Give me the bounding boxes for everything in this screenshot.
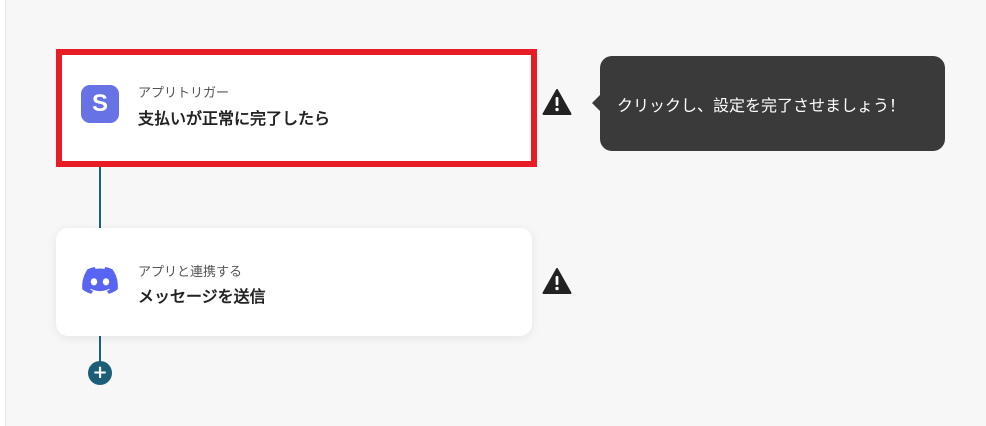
stripe-icon: S [81,85,119,123]
flow-connector [99,161,101,231]
flow-connector [99,335,101,363]
trigger-sub-label: アプリトリガー [138,86,230,101]
action-card[interactable]: アプリと連携する メッセージを送信 [56,228,532,336]
action-title: メッセージを送信 [138,287,266,306]
warning-icon [542,268,572,294]
add-step-button[interactable]: + [88,361,112,385]
tooltip-text: クリックし、設定を完了させましょう！ [617,95,906,115]
setup-tooltip: クリックし、設定を完了させましょう！ [592,56,945,151]
warning-icon [542,89,572,115]
trigger-title: 支払いが正常に完了したら [138,109,331,128]
trigger-card[interactable]: S アプリトリガー 支払いが正常に完了したら [56,49,537,167]
action-sub-label: アプリと連携する [138,265,243,280]
plus-icon: + [92,362,108,383]
discord-icon [82,267,118,294]
